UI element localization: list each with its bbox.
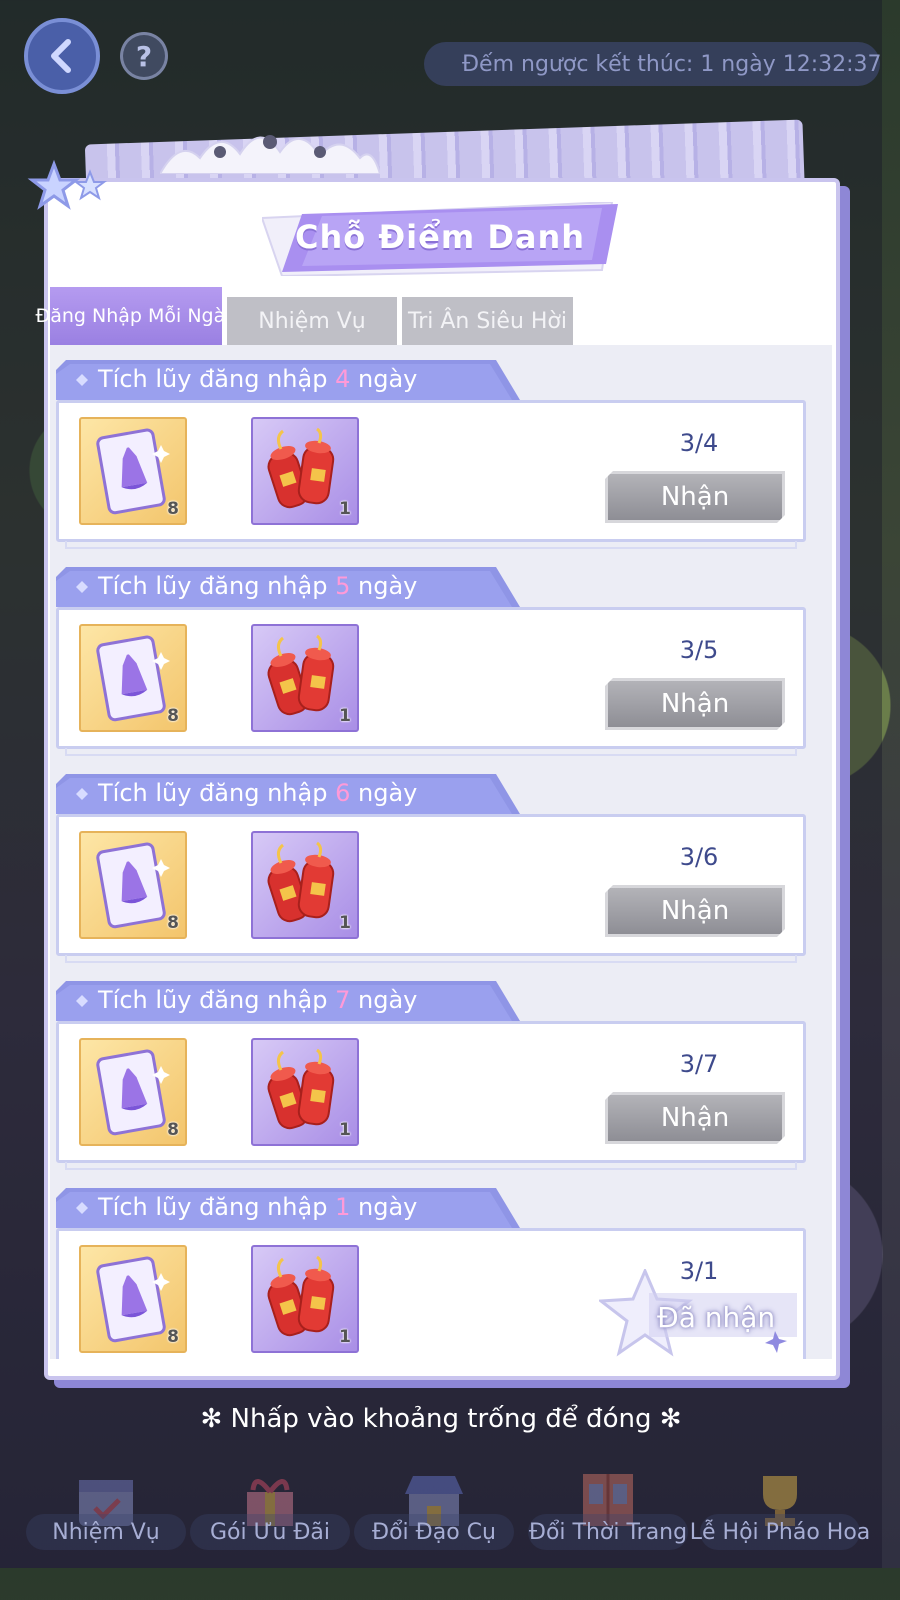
task-title: Tích lũy đăng nhập 7 ngày [98,986,417,1014]
task-progress: 3/6 [679,843,719,871]
task-header: Tích lũy đăng nhập 1 ngày [56,1188,520,1228]
reward-quantity: 1 [339,706,351,726]
reward-quantity: 1 [339,499,351,519]
sparkle-icon: ✻ [659,1404,682,1434]
task-title-prefix: Tích lũy đăng nhập [98,1193,336,1221]
task-progress: 3/7 [679,1050,719,1078]
task-progress: 3/5 [679,636,719,664]
bottom-nav-item[interactable]: Đổi Đạo Cụ [354,1514,514,1550]
task-card: 8 1 3/1 Đã nhận [56,1228,806,1359]
reward-item[interactable]: 1 [251,1245,359,1353]
task-title-prefix: Tích lũy đăng nhập [98,572,336,600]
claim-button[interactable]: Nhận [605,885,785,937]
reward-item[interactable]: 8 [79,831,187,939]
reward-item[interactable]: 8 [79,1038,187,1146]
bottom-nav-item[interactable]: Lễ Hội Pháo Hoa [690,1514,870,1550]
task-title: Tích lũy đăng nhập 6 ngày [98,779,417,807]
task-title: Tích lũy đăng nhập 5 ngày [98,572,417,600]
task-header: Tích lũy đăng nhập 4 ngày [56,360,520,400]
tab-missions[interactable]: Nhiệm Vụ [227,297,397,345]
task-row: Tích lũy đăng nhập 6 ngày 8 1 3/6 Nhận [56,774,816,964]
tab-daily-login[interactable]: Đăng Nhập Mỗi Ngày [36,287,237,345]
tab-gratitude[interactable]: Tri Ân Siêu Hời [402,297,573,345]
task-title-prefix: Tích lũy đăng nhập [98,986,336,1014]
bottom-nav-item[interactable]: Nhiệm Vụ [26,1514,186,1550]
task-title: Tích lũy đăng nhập 4 ngày [98,365,417,393]
chevron-left-icon [51,39,71,73]
task-title-prefix: Tích lũy đăng nhập [98,779,336,807]
claim-button[interactable]: Nhận [605,471,785,523]
task-card: 8 1 3/6 Nhận [56,814,806,963]
countdown-bar: Đếm ngược kết thúc: 1 ngày 12:32:37 [424,42,882,86]
task-card: 8 1 3/4 Nhận [56,400,806,549]
help-button[interactable]: ? [120,32,168,80]
task-day-count: 5 [335,572,351,600]
task-day-count: 4 [335,365,351,393]
bottom-nav-item[interactable]: Gói Ưu Đãi [190,1514,350,1550]
task-day-count: 6 [335,779,351,807]
question-icon: ? [135,39,153,73]
reward-item[interactable]: 8 [79,1245,187,1353]
task-row: Tích lũy đăng nhập 1 ngày 8 1 3/1 Đã nhận [56,1188,816,1359]
reward-quantity: 8 [167,499,179,519]
task-day-count: 1 [335,1193,351,1221]
task-row: Tích lũy đăng nhập 4 ngày 8 1 3/4 Nhận [56,360,816,550]
task-title-suffix: ngày [350,572,418,600]
claim-button[interactable]: Nhận [605,678,785,730]
reward-item[interactable]: 8 [79,417,187,525]
task-title-suffix: ngày [350,779,418,807]
reward-quantity: 1 [339,1120,351,1140]
title-banner: Chỗ Điểm Danh [262,202,618,276]
reward-item[interactable]: 1 [251,417,359,525]
bottom-nav: Nhiệm Vụ Gói Ưu Đãi Đổi Đạo Cụ Đổi Thời Tra… [0,1470,882,1568]
bottom-nav-item[interactable]: Đổi Thời Trang [528,1514,688,1550]
task-header: Tích lũy đăng nhập 6 ngày [56,774,520,814]
reward-item[interactable]: 1 [251,831,359,939]
sparkle-icon: ✻ [200,1404,223,1434]
task-row: Tích lũy đăng nhập 7 ngày 8 1 3/7 Nhận [56,981,816,1171]
star-decoration-icon [27,159,107,210]
task-title-suffix: ngày [350,365,418,393]
claimed-label: Đã nhận [657,1301,776,1334]
claimed-badge: Đã nhận [599,1269,799,1359]
task-title-suffix: ngày [350,1193,418,1221]
reward-item[interactable]: 8 [79,624,187,732]
reward-quantity: 8 [167,913,179,933]
task-list[interactable]: Tích lũy đăng nhập 4 ngày 8 1 3/4 Nhận Tích l… [50,345,832,1359]
task-title-suffix: ngày [350,986,418,1014]
task-header: Tích lũy đăng nhập 5 ngày [56,567,520,607]
reward-quantity: 8 [167,706,179,726]
task-header: Tích lũy đăng nhập 7 ngày [56,981,520,1021]
task-progress: 3/4 [679,429,719,457]
reward-quantity: 8 [167,1120,179,1140]
task-row: Tích lũy đăng nhập 5 ngày 8 1 3/5 Nhận [56,567,816,757]
reward-quantity: 8 [167,1327,179,1347]
task-card: 8 1 3/5 Nhận [56,607,806,756]
reward-quantity: 1 [339,1327,351,1347]
task-card: 8 1 3/7 Nhận [56,1021,806,1170]
back-button[interactable] [24,18,100,94]
panel-title: Chỗ Điểm Danh [294,218,586,256]
lace-decoration-icon [160,135,380,174]
task-title-prefix: Tích lũy đăng nhập [98,365,336,393]
close-hint: ✻ Nhấp vào khoảng trống để đóng ✻ [0,1404,882,1434]
task-title: Tích lũy đăng nhập 1 ngày [98,1193,417,1221]
reward-item[interactable]: 1 [251,624,359,732]
close-hint-text: Nhấp vào khoảng trống để đóng [230,1404,652,1434]
countdown-text: Đếm ngược kết thúc: 1 ngày 12:32:37 [462,51,882,77]
claim-button[interactable]: Nhận [605,1092,785,1144]
reward-quantity: 1 [339,913,351,933]
task-day-count: 7 [335,986,351,1014]
reward-item[interactable]: 1 [251,1038,359,1146]
